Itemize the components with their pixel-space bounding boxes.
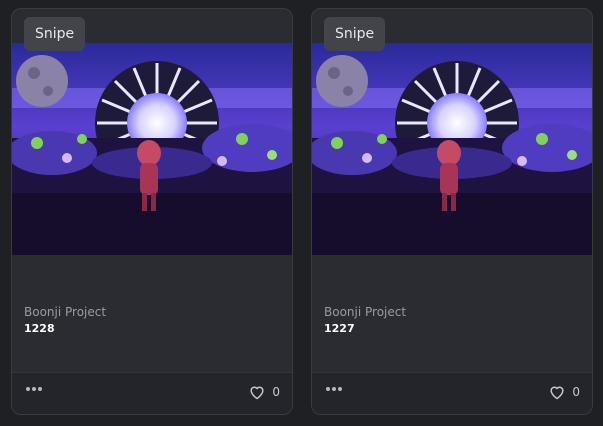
heart-outline-icon	[250, 386, 264, 400]
like-button[interactable]: 0	[548, 384, 580, 400]
like-count: 0	[272, 385, 280, 399]
nft-artwork[interactable]	[12, 43, 293, 255]
snipe-badge[interactable]: Snipe	[324, 17, 386, 51]
more-horizontal-icon[interactable]	[326, 387, 342, 391]
like-count: 0	[572, 385, 580, 399]
token-id: 1228	[24, 322, 55, 335]
collection-name: Boonji Project	[324, 305, 407, 319]
nft-card[interactable]: Snipe Boonji Project 1227 0	[311, 8, 593, 415]
collection-name: Boonji Project	[24, 305, 107, 319]
card-footer: 0	[312, 372, 592, 414]
card-footer: 0	[12, 372, 292, 414]
heart-outline-icon	[550, 386, 564, 400]
nft-artwork[interactable]	[312, 43, 593, 255]
nft-card[interactable]: Snipe Boonji Project 1228 0	[11, 8, 293, 415]
snipe-badge[interactable]: Snipe	[24, 17, 86, 51]
token-id: 1227	[324, 322, 355, 335]
more-horizontal-icon[interactable]	[26, 387, 42, 391]
like-button[interactable]: 0	[248, 384, 280, 400]
